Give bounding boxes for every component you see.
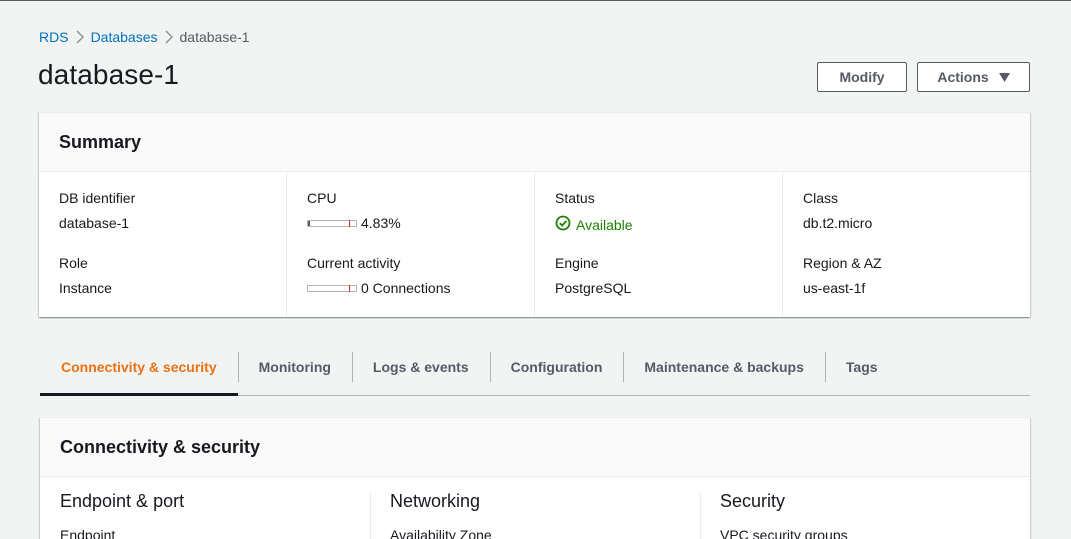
breadcrumb: RDS Databases database-1 bbox=[39, 28, 250, 46]
db-identifier-field: DB identifier database-1 bbox=[59, 190, 266, 255]
tab-configuration[interactable]: Configuration bbox=[489, 346, 624, 395]
connectivity-grid: Endpoint & port Endpoint Networking Avai… bbox=[40, 477, 1030, 539]
chevron-right-icon bbox=[158, 30, 180, 44]
summary-column-status: Status Available Engine PostgreSQL bbox=[534, 172, 782, 317]
summary-panel: Summary DB identifier database-1 Role In… bbox=[39, 112, 1030, 317]
status-field: Status Available bbox=[555, 190, 762, 255]
tab-label: Configuration bbox=[510, 358, 603, 375]
page-title: database-1 bbox=[38, 59, 180, 90]
check-circle-icon bbox=[555, 215, 571, 235]
role-field: Role Instance bbox=[59, 255, 266, 320]
summary-column-class: Class db.t2.micro Region & AZ us-east-1f bbox=[782, 172, 1030, 317]
tab-connectivity-security[interactable]: Connectivity & security bbox=[40, 346, 238, 396]
chevron-right-icon bbox=[69, 30, 91, 44]
activity-meter bbox=[307, 285, 357, 292]
tab-logs-events[interactable]: Logs & events bbox=[351, 346, 490, 395]
engine-label: Engine bbox=[555, 255, 599, 271]
db-identifier-value: database-1 bbox=[59, 215, 130, 231]
section-heading: Endpoint & port bbox=[60, 491, 185, 511]
modify-button[interactable]: Modify bbox=[817, 62, 907, 92]
summary-column-metrics: CPU 4.83% Current activity 0 Connections bbox=[286, 172, 534, 317]
caret-down-icon bbox=[998, 69, 1010, 85]
section-field-label: Endpoint bbox=[60, 527, 116, 539]
connectivity-header: Connectivity & security bbox=[40, 418, 1030, 477]
tab-label: Tags bbox=[845, 358, 878, 375]
security-section: Security VPC security groups bbox=[700, 477, 1030, 539]
endpoint-port-section: Endpoint & port Endpoint bbox=[40, 477, 370, 539]
connectivity-title: Connectivity & security bbox=[60, 436, 261, 457]
tab-label: Connectivity & security bbox=[61, 358, 217, 375]
activity-value[interactable]: 0 Connections bbox=[361, 280, 451, 297]
cpu-value-row: 4.83% bbox=[307, 215, 514, 232]
summary-column-identity: DB identifier database-1 Role Instance bbox=[39, 172, 286, 317]
cpu-meter-threshold bbox=[349, 220, 350, 227]
breadcrumb-current: database-1 bbox=[179, 29, 250, 45]
engine-value: PostgreSQL bbox=[555, 280, 632, 296]
tab-maintenance-backups[interactable]: Maintenance & backups bbox=[623, 346, 825, 395]
section-heading: Networking bbox=[390, 491, 481, 511]
status-label: Status bbox=[555, 190, 595, 206]
cpu-value: 4.83% bbox=[361, 215, 401, 231]
engine-field: Engine PostgreSQL bbox=[555, 255, 762, 320]
class-field: Class db.t2.micro bbox=[803, 190, 1010, 255]
class-value: db.t2.micro bbox=[803, 215, 873, 231]
section-field-label: Availability Zone bbox=[390, 527, 492, 539]
summary-header: Summary bbox=[39, 113, 1030, 172]
region-label: Region & AZ bbox=[803, 255, 882, 271]
tab-label: Logs & events bbox=[372, 358, 469, 375]
tab-monitoring[interactable]: Monitoring bbox=[237, 346, 352, 395]
breadcrumb-databases-link[interactable]: Databases bbox=[91, 29, 158, 45]
status-value-row: Available bbox=[555, 215, 762, 235]
cpu-field: CPU 4.83% bbox=[307, 190, 514, 255]
cpu-meter bbox=[307, 220, 357, 227]
tab-label: Monitoring bbox=[258, 358, 331, 375]
section-field-label: VPC security groups bbox=[720, 527, 848, 539]
activity-meter-threshold bbox=[349, 285, 350, 292]
actions-dropdown-button[interactable]: Actions bbox=[917, 62, 1030, 92]
section-heading: Security bbox=[720, 491, 786, 511]
region-value: us-east-1f bbox=[803, 280, 866, 296]
tab-label: Maintenance & backups bbox=[644, 358, 804, 375]
db-identifier-label: DB identifier bbox=[59, 190, 136, 206]
role-label: Role bbox=[59, 255, 88, 271]
summary-title: Summary bbox=[59, 131, 142, 152]
actions-button-label: Actions bbox=[937, 69, 989, 85]
cpu-label: CPU bbox=[307, 190, 337, 206]
class-label: Class bbox=[803, 190, 839, 206]
connectivity-panel: Connectivity & security Endpoint & port … bbox=[40, 417, 1030, 539]
cpu-meter-fill bbox=[308, 221, 311, 226]
detail-tabs: Connectivity & security Monitoring Logs … bbox=[40, 346, 1030, 396]
region-field: Region & AZ us-east-1f bbox=[803, 255, 1010, 320]
activity-value-row: 0 Connections bbox=[307, 280, 514, 297]
role-value: Instance bbox=[59, 280, 112, 296]
networking-section: Networking Availability Zone bbox=[370, 477, 700, 539]
breadcrumb-rds-link[interactable]: RDS bbox=[39, 29, 69, 45]
activity-label: Current activity bbox=[307, 255, 401, 271]
tab-tags[interactable]: Tags bbox=[824, 346, 899, 395]
status-value: Available bbox=[576, 216, 633, 233]
activity-field: Current activity 0 Connections bbox=[307, 255, 514, 320]
modify-button-label: Modify bbox=[839, 69, 885, 85]
summary-grid: DB identifier database-1 Role Instance C… bbox=[39, 172, 1030, 317]
